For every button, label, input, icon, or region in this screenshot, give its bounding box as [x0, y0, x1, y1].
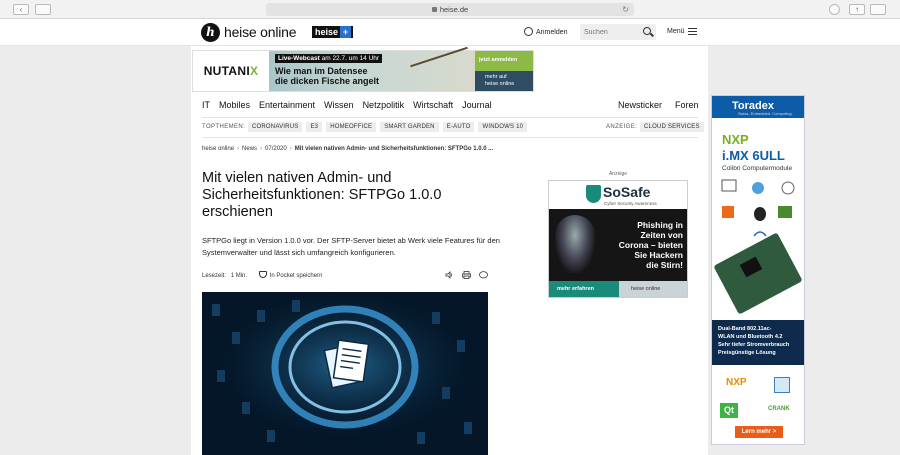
browser-toolbar: ‹ heise.de ↻ ↑: [0, 0, 900, 19]
topic-chip-e3[interactable]: E3: [306, 122, 323, 132]
nav-divider: [202, 117, 698, 118]
banner-ad[interactable]: NUTANI X Live-Webcast am 22.7. um 14 Uhr …: [192, 46, 534, 92]
search-icon[interactable]: [643, 27, 651, 35]
ad-footer: mehr erfahren heise online: [549, 281, 687, 297]
topthemen-chips: CORONAVIRUS E3 HOMEOFFICE SMART GARDEN E…: [248, 122, 531, 132]
ad-headline: Phishing in Zeiten von Corona – bieten Sie …: [618, 220, 683, 270]
chevron-right-icon: ›: [289, 146, 292, 152]
ad-label: Anzeige: [608, 171, 628, 177]
chevron-right-icon: ›: [237, 146, 240, 152]
breadcrumb-home[interactable]: heise online: [202, 146, 234, 152]
banner-cta[interactable]: jetzt anmelden: [479, 57, 517, 63]
topic-chip-smart-garden[interactable]: SMART GARDEN: [380, 122, 439, 132]
article-title: Mit vielen nativen Admin- und Sicherheit…: [202, 170, 442, 220]
nutanix-logo: NUTANI X: [193, 51, 269, 91]
banner-footer: mehr auf heise online: [475, 71, 533, 91]
user-icon: [524, 27, 533, 36]
main-nav: IT Mobiles Entertainment Wissen Netzpoli…: [202, 99, 501, 111]
login-link[interactable]: Anmelden: [524, 27, 568, 38]
ad-image: Phishing in Zeiten von Corona – bieten Sie …: [549, 209, 687, 281]
anzeige-label: ANZEIGE:: [606, 124, 638, 130]
nav-item-foren[interactable]: Foren: [675, 99, 699, 111]
skull-icon: [555, 215, 595, 273]
article-hero-image[interactable]: [202, 292, 488, 455]
sosafe-ad[interactable]: SoSafe Cyber Security Awareness Phishing…: [548, 180, 688, 298]
reading-time-value: 1 Min.: [230, 273, 248, 279]
address-bar[interactable]: heise.de ↻: [266, 3, 634, 16]
share-icon[interactable]: ↑: [849, 4, 865, 15]
nav-item-wissen[interactable]: Wissen: [324, 99, 354, 111]
topic-chip-homeoffice[interactable]: HOMEOFFICE: [326, 122, 377, 132]
partner-logo-icon: [774, 377, 790, 393]
reload-icon[interactable]: ↻: [622, 3, 629, 16]
topthemen-divider: [202, 137, 698, 138]
back-icon[interactable]: ‹: [13, 4, 29, 15]
banner-ad-message: Live-Webcast am 22.7. um 14 Uhr Wie man …: [269, 46, 475, 91]
topic-chip-e-auto[interactable]: E-AUTO: [442, 122, 475, 132]
hamburger-icon[interactable]: [688, 28, 697, 35]
nxp-logo: NXP: [726, 377, 747, 388]
menu-label[interactable]: Menü: [667, 28, 685, 35]
learn-more-button[interactable]: Lern mehr >: [735, 426, 783, 438]
sosafe-subtitle: Cyber Security Awareness: [604, 201, 657, 206]
feature-list: Dual-Band 802.11ac- WLAN und Bluetooth 4…: [718, 326, 790, 356]
nav-item-journal[interactable]: Journal: [462, 99, 492, 111]
nxp-label: NXP: [722, 132, 749, 147]
crank-logo: CRANK: [768, 406, 790, 412]
pocket-save-link[interactable]: In Pocket speichern: [270, 273, 323, 279]
product-module: Colibri Computermodule: [722, 165, 793, 172]
heise-logo-icon[interactable]: h: [201, 23, 220, 42]
nav-item-wirtschaft[interactable]: Wirtschaft: [413, 99, 453, 111]
toradex-skyscraper-ad[interactable]: Toradex Swiss. Embedded. Computing. NXP …: [711, 95, 805, 445]
breadcrumb: heise online › News › 07/2020 › Mit vielen nat…: [202, 145, 493, 153]
reading-time-label: Lesezeit:: [202, 273, 227, 279]
downloads-icon[interactable]: [829, 4, 840, 15]
topthemen-label: TOPTHEMEN:: [202, 124, 246, 130]
print-icon[interactable]: [462, 271, 471, 279]
url-text: heise.de: [439, 5, 469, 14]
nav-item-entertainment[interactable]: Entertainment: [259, 99, 315, 111]
banner-cta-area[interactable]: jetzt anmelden mehr auf heise online: [475, 51, 533, 91]
toradex-subtitle: Swiss. Embedded. Computing.: [738, 111, 793, 116]
site-logo-text[interactable]: heise online: [224, 24, 297, 40]
chevron-right-icon: ›: [260, 146, 263, 152]
tabs-icon[interactable]: [870, 4, 886, 15]
webcast-badge: Live-Webcast am 22.7. um 14 Uhr: [275, 54, 383, 63]
comment-icon[interactable]: [479, 271, 488, 279]
nav-item-it[interactable]: IT: [202, 99, 210, 111]
site-header: h heise online heise+ Anmelden Menü: [0, 19, 900, 46]
sosafe-brand: SoSafe Cyber Security Awareness: [549, 181, 687, 209]
ad-cta-button[interactable]: mehr erfahren: [549, 281, 619, 297]
article-meta: Lesezeit: 1 Min. In Pocket speichern: [202, 271, 322, 280]
breadcrumb-month[interactable]: 07/2020: [265, 146, 287, 152]
sidebar-toggle-icon[interactable]: [35, 4, 51, 15]
qt-logo: Qt: [720, 403, 738, 418]
banner-headline: Wie man im Datensee die dicken Fische ang…: [275, 66, 380, 86]
lock-icon: [431, 7, 437, 12]
topic-chip-windows-10[interactable]: WINDOWS 10: [478, 122, 528, 132]
topic-chip-coronavirus[interactable]: CORONAVIRUS: [248, 122, 303, 132]
nav-item-mobiles[interactable]: Mobiles: [219, 99, 250, 111]
ad-chip-cloud-services[interactable]: CLOUD SERVICES: [640, 122, 704, 132]
nav-item-netzpolitik[interactable]: Netzpolitik: [363, 99, 405, 111]
speaker-icon[interactable]: [445, 271, 453, 279]
heise-plus-logo[interactable]: heise +: [312, 26, 354, 38]
product-name: i.MX 6ULL: [722, 148, 785, 163]
sosafe-logo: SoSafe: [603, 184, 651, 200]
tech-logos-icon: [721, 179, 795, 237]
article-lead: SFTPGo liegt in Version 1.0.0 vor. Der S…: [202, 236, 500, 257]
document-illustration: [202, 292, 488, 455]
shield-icon: [586, 185, 601, 203]
breadcrumb-current: Mit vielen nativen Admin- und Sicherheit…: [294, 146, 494, 152]
breadcrumb-news[interactable]: News: [242, 146, 257, 152]
fishing-rod-icon: [410, 46, 468, 68]
ad-footer-brand: heise online: [619, 281, 687, 297]
nav-item-newsticker[interactable]: Newsticker: [618, 99, 662, 111]
pocket-icon[interactable]: [258, 271, 267, 278]
